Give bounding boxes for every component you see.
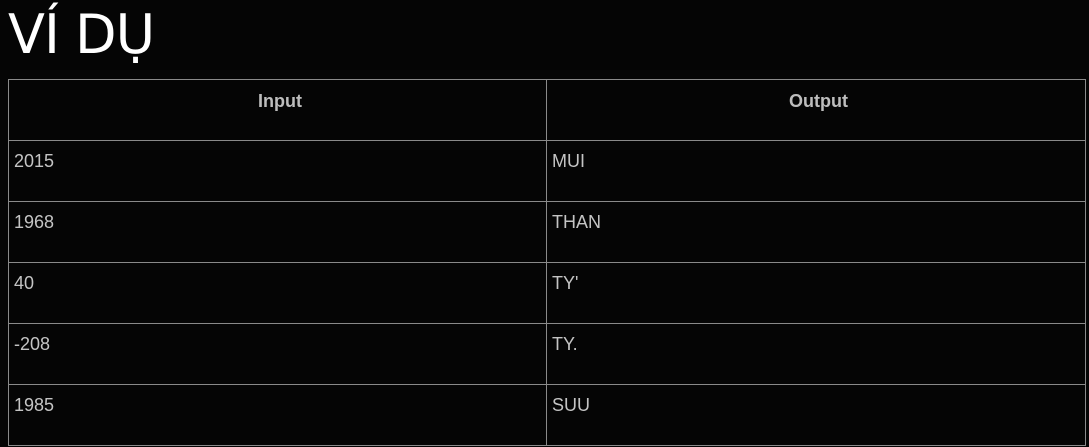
table-row: -208 TY. [8,323,1086,385]
input-cell: 1985 [8,384,547,446]
table-header-row: Input Output [8,79,1086,141]
table-row: 2015 MUI [8,140,1086,202]
output-cell: THAN [546,201,1086,263]
table-row: 1985 SUU [8,384,1086,446]
input-cell: 40 [8,262,547,324]
output-cell: TY' [546,262,1086,324]
output-cell: TY. [546,323,1086,385]
column-header-input: Input [8,79,547,141]
output-cell: SUU [546,384,1086,446]
input-cell: -208 [8,323,547,385]
table-row: 40 TY' [8,262,1086,324]
input-cell: 1968 [8,201,547,263]
output-cell: MUI [546,140,1086,202]
column-header-output: Output [546,79,1086,141]
example-table: Input Output 2015 MUI 1968 THAN 40 TY' -… [8,79,1086,446]
page-title: VÍ DỤ [8,3,155,66]
table-row: 1968 THAN [8,201,1086,263]
input-cell: 2015 [8,140,547,202]
